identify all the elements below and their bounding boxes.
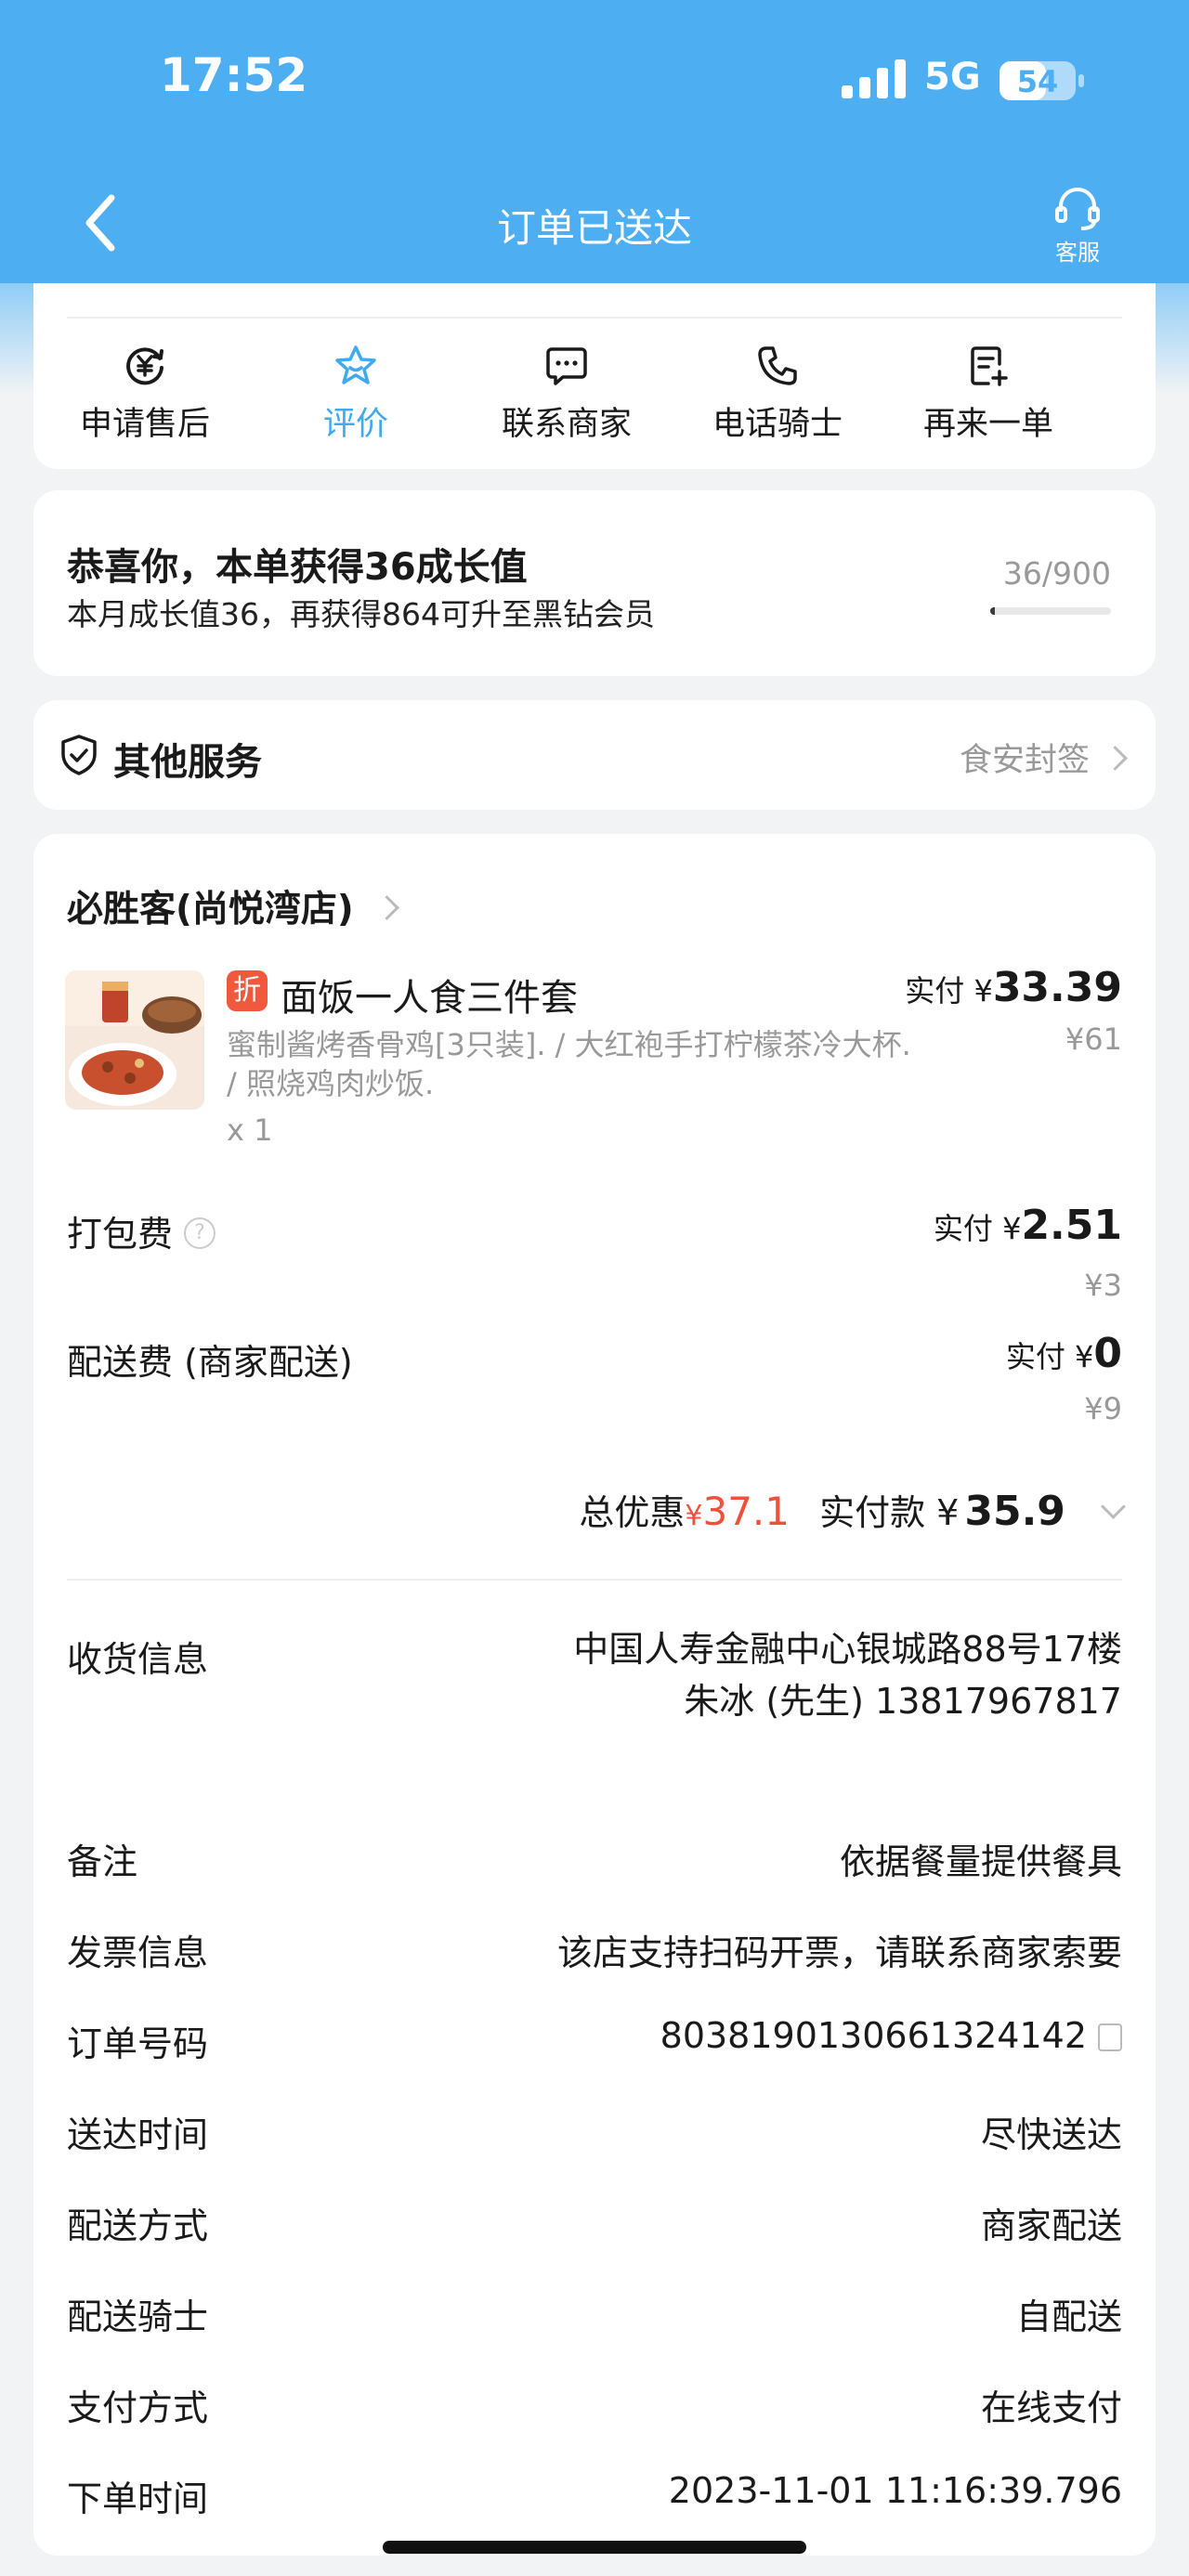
- signal-icon: [842, 59, 906, 98]
- shop-name-link[interactable]: 必胜客(尚悦湾店): [67, 880, 399, 932]
- paid-amount: 0: [1093, 1330, 1122, 1377]
- item-name[interactable]: 面饭一人食三件套: [281, 968, 578, 1021]
- chevron-right-icon: [1103, 745, 1128, 771]
- action-label: 评价: [322, 406, 388, 443]
- network-type: 5G: [924, 56, 981, 98]
- status-time: 17:52: [160, 48, 308, 102]
- other-services-title: 其他服务: [113, 741, 262, 784]
- food-safety-seal-label: 食安封签: [959, 742, 1090, 779]
- invoice-value: 该店支持扫码开票，请联系商家索要: [556, 1932, 1122, 1973]
- arrival-time-value: 尽快送达: [980, 2114, 1122, 2155]
- payment-method-value: 在线支付: [980, 2387, 1122, 2428]
- divider: [67, 1579, 1122, 1581]
- star-icon: [335, 345, 376, 384]
- payment-method-label: 支付方式: [67, 2387, 209, 2428]
- action-label: 再来一单: [922, 406, 1053, 443]
- delivery-method-value: 商家配送: [980, 2205, 1122, 2246]
- page-title: 订单已送达: [496, 205, 692, 251]
- item-paid-price: 实付 ¥33.39: [905, 964, 1122, 1011]
- arrival-time-label: 送达时间: [67, 2114, 209, 2155]
- item-description: 蜜制酱烤香骨鸡[3只装]. / 大红袍手打柠檬茶冷大杯. / 照烧鸡肉炒饭.: [227, 1027, 911, 1101]
- growth-progress-fill: [990, 607, 996, 615]
- packing-fee-text: 打包费: [67, 1214, 174, 1255]
- home-indicator[interactable]: [383, 2541, 806, 2554]
- note-value: 依据餐量提供餐具: [839, 1841, 1122, 1882]
- invoice-label: 发票信息: [67, 1932, 209, 1973]
- order-actions-card: 申请售后 评价 联系商家 电话骑士 再来一单: [33, 283, 1156, 469]
- receiver-contact: 朱冰 (先生) 13817967817: [684, 1681, 1122, 1722]
- other-services-card[interactable]: 其他服务 食安封签: [33, 700, 1156, 810]
- battery-level: 54: [1016, 64, 1059, 99]
- order-time-value: 2023-11-01 11:16:39.796: [668, 2470, 1122, 2511]
- call-rider-button[interactable]: 电话骑士: [685, 344, 870, 445]
- rider-label: 配送骑士: [67, 2296, 209, 2337]
- delivery-original-price: ¥9: [1084, 1391, 1122, 1426]
- item-quantity: x 1: [227, 1112, 273, 1148]
- paid-amount: 2.51: [1021, 1202, 1122, 1249]
- chat-icon: [546, 347, 587, 385]
- battery-icon: 54: [1000, 61, 1085, 100]
- action-label: 联系商家: [501, 406, 632, 443]
- action-label: 电话骑士: [712, 406, 843, 443]
- growth-subtitle: 本月成长值36，再获得864可升至黑钻会员: [67, 596, 655, 632]
- rider-value: 自配送: [1015, 2296, 1122, 2337]
- discount-label: 总优惠: [579, 1492, 686, 1533]
- packing-fee-label: 打包费?: [67, 1205, 216, 1256]
- growth-progress-bar: [990, 607, 1111, 615]
- paid-amount: 33.39: [992, 964, 1122, 1011]
- phone-icon: [758, 346, 797, 385]
- order-detail-card: 必胜客(尚悦湾店) 折 面饭一人食三件套 蜜制酱烤香骨鸡[3只装]. / 大红袍…: [33, 834, 1156, 2556]
- customer-service-button[interactable]: 客服: [1040, 186, 1115, 267]
- receiver-address: 中国人寿金融中心银城路88号17楼: [573, 1629, 1122, 1670]
- order-number-label: 订单号码: [67, 2023, 209, 2064]
- paid-label: 实付 ¥: [1005, 1339, 1094, 1374]
- delivery-paid-price: 实付 ¥0: [1006, 1330, 1122, 1377]
- chevron-right-icon: [373, 895, 399, 920]
- after-sale-icon: [126, 347, 163, 385]
- reorder-button[interactable]: 再来一单: [895, 344, 1081, 445]
- delivery-fee-label: 配送费 (商家配送): [67, 1342, 353, 1383]
- total-paid-label: 实付款 ¥: [819, 1492, 960, 1533]
- action-label: 申请售后: [79, 406, 210, 443]
- total-paid: 35.9: [964, 1488, 1065, 1535]
- paid-label: 实付 ¥: [905, 973, 993, 1008]
- growth-title: 恭喜你，本单获得36成长值: [67, 546, 528, 589]
- food-safety-seal-link[interactable]: 食安封签: [959, 734, 1128, 781]
- discount-currency: ¥: [685, 1500, 703, 1532]
- order-time-label: 下单时间: [67, 2478, 209, 2519]
- total-discount: 37.1: [702, 1489, 790, 1534]
- shop-name: 必胜客(尚悦湾店): [67, 889, 354, 930]
- paid-label: 实付 ¥: [933, 1211, 1022, 1246]
- item-original-price: ¥61: [1065, 1021, 1122, 1057]
- order-number: 8038190130661324142: [660, 2015, 1087, 2056]
- order-number-value: 8038190130661324142: [660, 2015, 1122, 2056]
- reorder-icon: [971, 346, 1008, 386]
- chevron-down-icon: [1101, 1494, 1126, 1519]
- growth-progress-text: 36/900: [1002, 555, 1111, 592]
- after-sale-button[interactable]: 申请售后: [52, 344, 238, 445]
- price-summary[interactable]: 总优惠¥37.1 实付款 ¥35.9: [579, 1484, 1126, 1535]
- packing-original-price: ¥3: [1084, 1268, 1122, 1303]
- receiver-info: 中国人寿金融中心银城路88号17楼 朱冰 (先生) 13817967817: [509, 1623, 1122, 1727]
- note-label: 备注: [67, 1841, 138, 1882]
- divider: [67, 317, 1122, 319]
- receiver-label: 收货信息: [67, 1639, 209, 1680]
- customer-service-label: 客服: [1055, 240, 1100, 266]
- delivery-method-label: 配送方式: [67, 2205, 209, 2246]
- review-button[interactable]: 评价: [263, 344, 449, 445]
- discount-tag: 折: [227, 970, 268, 1011]
- shield-check-icon: [61, 735, 97, 775]
- food-thumbnail[interactable]: [65, 970, 204, 1110]
- packing-paid-price: 实付 ¥2.51: [934, 1202, 1122, 1249]
- headset-icon: [1055, 188, 1100, 230]
- help-icon[interactable]: ?: [184, 1216, 216, 1249]
- copy-icon[interactable]: [1098, 2023, 1122, 2051]
- contact-merchant-button[interactable]: 联系商家: [474, 344, 660, 445]
- growth-value-card[interactable]: 恭喜你，本单获得36成长值 本月成长值36，再获得864可升至黑钻会员 36/9…: [33, 490, 1156, 676]
